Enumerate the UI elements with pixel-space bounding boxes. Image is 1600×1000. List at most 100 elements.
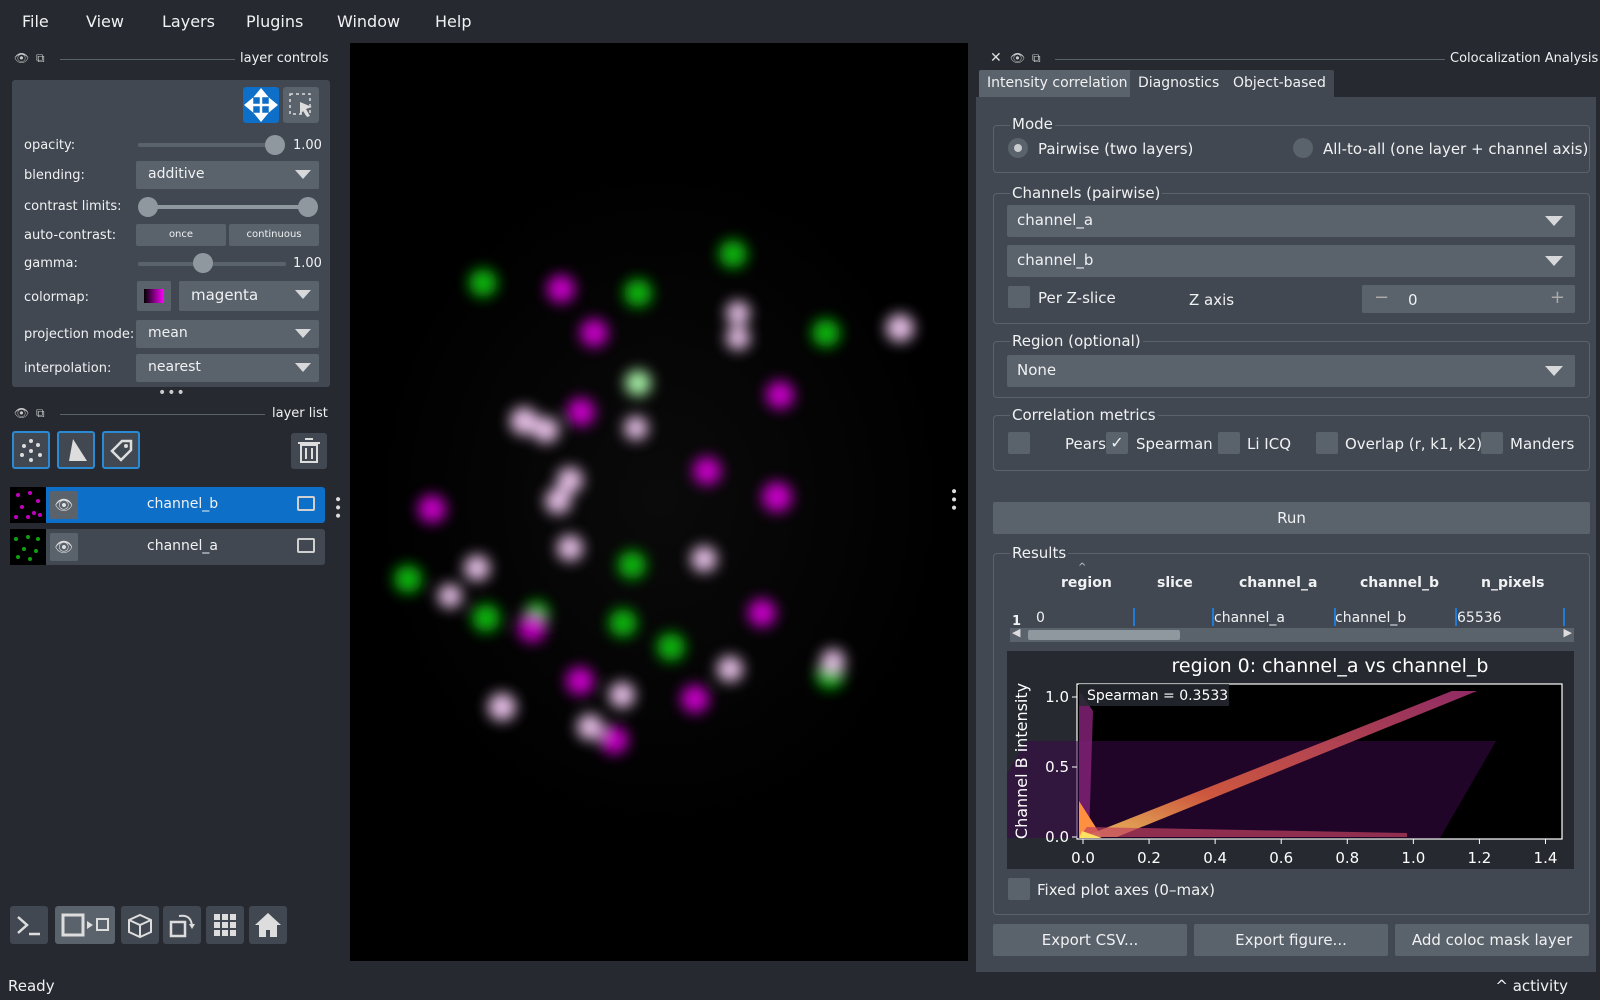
cell-channel-b[interactable]: channel_b [1335, 610, 1406, 626]
projection-select[interactable]: mean [136, 320, 319, 348]
tab-diagnostics[interactable]: Diagnostics [1130, 70, 1228, 98]
float-icon[interactable]: ⧉ [1032, 51, 1041, 66]
layer-row-channel-b[interactable]: 👁 channel_b [10, 487, 325, 523]
opacity-handle[interactable] [265, 135, 285, 155]
close-icon[interactable]: ✕ [990, 50, 1002, 66]
spearman-checkbox[interactable]: ✓ [1106, 432, 1128, 454]
channel-a-value: channel_a [1017, 211, 1094, 229]
float-icon[interactable]: ⧉ [36, 406, 45, 421]
layer-row-channel-a[interactable]: 👁 channel_a [10, 529, 325, 565]
cell-n-pixels[interactable]: 65536 [1457, 610, 1502, 626]
add-mask-button[interactable]: Add coloc mask layer [1395, 924, 1589, 956]
gamma-handle[interactable] [193, 253, 213, 273]
menu-view[interactable]: View [86, 12, 124, 31]
move-icon [244, 88, 278, 122]
fixed-axes-checkbox[interactable] [1008, 878, 1030, 900]
header-n-pixels[interactable]: n_pixels [1481, 575, 1544, 591]
scroll-left-icon[interactable]: ◀ [1012, 626, 1020, 639]
contrast-slider[interactable] [144, 205, 309, 209]
float-icon[interactable]: ⧉ [36, 51, 45, 66]
menu-window[interactable]: Window [337, 12, 400, 31]
statusbar: Ready ^ activity [0, 972, 1600, 1000]
overlap-checkbox[interactable] [1316, 432, 1338, 454]
new-labels-button[interactable] [102, 431, 140, 469]
dock-splitter-handle[interactable]: ••• [945, 487, 961, 512]
menu-layers[interactable]: Layers [162, 12, 215, 31]
new-shapes-button[interactable] [57, 431, 95, 469]
export-figure-button[interactable]: Export figure... [1194, 924, 1388, 956]
opacity-slider[interactable] [138, 143, 282, 147]
console-button[interactable] [10, 906, 48, 944]
scroll-right-icon[interactable]: ▶ [1564, 626, 1572, 639]
channel-a-select[interactable]: channel_a [1007, 205, 1575, 237]
region-select[interactable]: None [1007, 355, 1575, 387]
header-region[interactable]: region [1061, 575, 1112, 591]
transform-button[interactable] [283, 87, 319, 123]
contrast-min-handle[interactable] [138, 197, 158, 217]
activity-button[interactable]: ^ activity [1495, 977, 1568, 995]
eye-icon[interactable]: 👁 [14, 51, 29, 65]
eye-hide-icon[interactable]: 👁 [1010, 51, 1025, 65]
menu-file[interactable]: File [22, 12, 49, 31]
colormap-value: magenta [191, 286, 259, 304]
roll-dims-button[interactable] [121, 906, 159, 944]
z-axis-label: Z axis [1189, 291, 1235, 309]
new-points-button[interactable] [12, 431, 50, 469]
home-button[interactable] [249, 906, 287, 944]
delete-layer-button[interactable] [291, 433, 327, 469]
home-icon [255, 913, 281, 937]
tab-object-based[interactable]: Object-based [1225, 70, 1334, 98]
blending-select[interactable]: additive [136, 161, 319, 189]
transpose-button[interactable] [163, 906, 201, 944]
visibility-eye-icon[interactable]: 👁 [50, 533, 78, 561]
contrast-max-handle[interactable] [298, 197, 318, 217]
divider [60, 59, 235, 60]
blending-label: blending: [24, 168, 85, 183]
pearson-checkbox[interactable] [1008, 432, 1030, 454]
menu-plugins[interactable]: Plugins [246, 12, 303, 31]
all-to-all-radio[interactable] [1293, 138, 1313, 158]
projection-value: mean [148, 325, 188, 341]
region-title: Region (optional) [1010, 332, 1143, 350]
menu-help[interactable]: Help [435, 12, 471, 31]
scrollbar-thumb[interactable] [1028, 630, 1180, 640]
chevron-down-icon [1545, 256, 1563, 266]
colormap-select[interactable]: magenta [179, 281, 319, 311]
li-icq-checkbox[interactable] [1218, 432, 1240, 454]
image-canvas[interactable] [350, 43, 968, 961]
splitter-handle[interactable]: ••• [158, 385, 186, 401]
horizontal-scrollbar[interactable]: ◀ ▶ [1010, 626, 1574, 642]
eye-icon[interactable]: 👁 [14, 406, 29, 420]
cell-region[interactable]: 0 [1036, 610, 1045, 626]
once-button[interactable]: once [136, 224, 226, 246]
dock-resize-handle[interactable]: ••• [329, 495, 345, 520]
increment-button[interactable]: + [1550, 287, 1565, 308]
manders-checkbox[interactable] [1481, 432, 1503, 454]
per-z-slice-checkbox[interactable] [1008, 286, 1030, 308]
grid-button[interactable] [206, 906, 244, 944]
plot-title: region 0: channel_a vs channel_b [1172, 655, 1489, 677]
gamma-value: 1.00 [293, 256, 322, 271]
z-axis-spinbox[interactable]: − 0 + [1362, 285, 1575, 313]
header-slice[interactable]: slice [1157, 575, 1193, 591]
2d-3d-toggle-icon [61, 913, 109, 937]
cell-channel-a[interactable]: channel_a [1214, 610, 1285, 626]
contrast-label: contrast limits: [24, 199, 122, 214]
ndisplay-button[interactable] [55, 906, 115, 944]
run-button[interactable]: Run [993, 502, 1590, 534]
interpolation-select[interactable]: nearest [136, 354, 319, 382]
header-channel-b[interactable]: channel_b [1360, 575, 1439, 591]
channel-b-select[interactable]: channel_b [1007, 245, 1575, 277]
continuous-button[interactable]: continuous [229, 224, 319, 246]
pan-zoom-button[interactable] [243, 87, 279, 123]
blending-value: additive [148, 166, 205, 182]
export-csv-button[interactable]: Export CSV... [993, 924, 1187, 956]
tab-intensity-correlation[interactable]: Intensity correlation [979, 70, 1136, 98]
visibility-eye-icon[interactable]: 👁 [50, 491, 78, 519]
pairwise-radio[interactable] [1008, 138, 1028, 158]
spearman-annotation: Spearman = 0.3533 [1087, 688, 1228, 704]
decrement-button[interactable]: − [1374, 287, 1389, 308]
spearman-label: Spearman [1136, 435, 1213, 453]
header-channel-a[interactable]: channel_a [1239, 575, 1317, 591]
custom-colormap-button[interactable] [137, 281, 171, 311]
